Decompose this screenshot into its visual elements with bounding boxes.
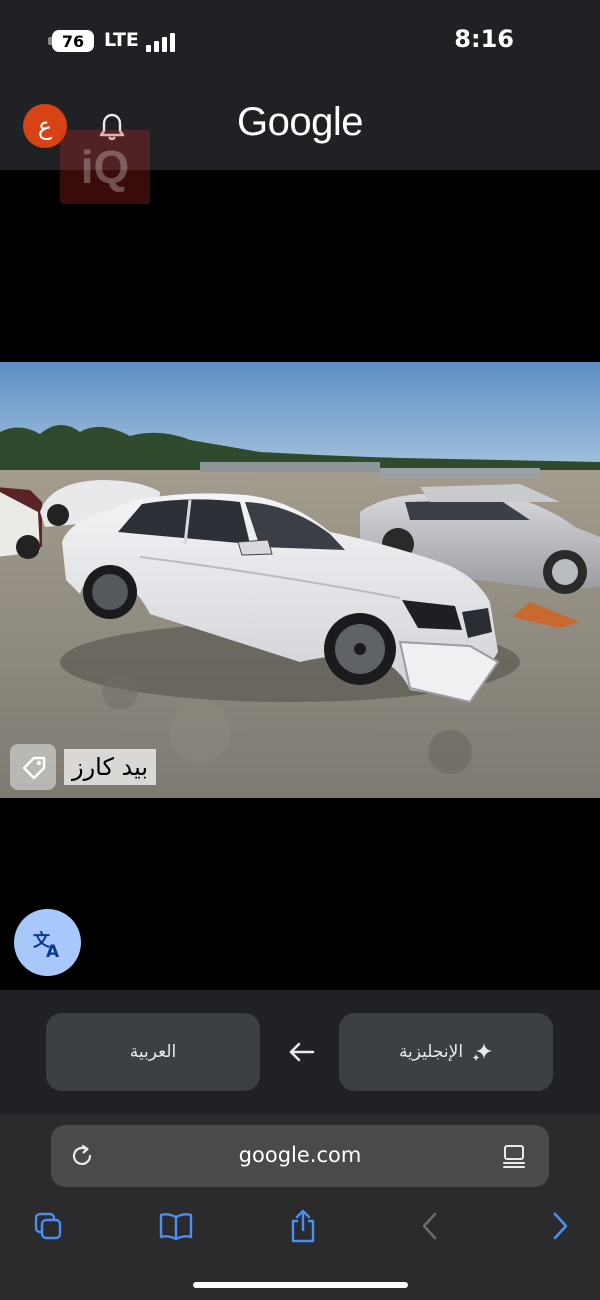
translation-language-bar: العربية الإنجليزية — [0, 990, 600, 1114]
sparkle-icon — [472, 1043, 493, 1061]
back-icon — [422, 1212, 437, 1240]
network-type: LTE — [104, 29, 139, 51]
svg-text:A: A — [46, 942, 60, 960]
forward-button[interactable] — [540, 1206, 580, 1246]
image-text-overlay: بيد كارز — [10, 744, 157, 790]
battery-indicator: 76 — [52, 30, 94, 52]
iq-watermark: iQ — [60, 130, 150, 204]
arrow-left-icon[interactable] — [287, 1040, 315, 1064]
browser-address-area: google.com — [0, 1114, 600, 1200]
home-indicator[interactable] — [193, 1282, 408, 1288]
tabs-icon — [34, 1212, 62, 1240]
source-language-button[interactable]: العربية — [46, 1013, 260, 1091]
signal-strength-icon — [146, 30, 180, 52]
detected-text[interactable]: بيد كارز — [64, 749, 157, 785]
share-icon — [291, 1209, 315, 1243]
share-button[interactable] — [283, 1206, 323, 1246]
status-time: 8:16 — [454, 25, 514, 53]
reader-icon[interactable] — [501, 1143, 527, 1169]
source-language-label: العربية — [129, 1042, 177, 1062]
translate-button[interactable]: 文 A — [14, 909, 81, 976]
tabs-button[interactable] — [28, 1206, 68, 1246]
status-bar: 76 LTE 8:16 — [0, 0, 600, 82]
target-language-label: الإنجليزية — [398, 1042, 464, 1062]
tag-icon — [10, 744, 56, 790]
car-photo: بيد كارز — [0, 362, 600, 798]
google-header: ع Google iQ — [0, 82, 600, 204]
browser-toolbar — [0, 1200, 600, 1300]
address-bar[interactable]: google.com — [51, 1125, 549, 1187]
forward-icon — [553, 1212, 568, 1240]
target-language-button[interactable]: الإنجليزية — [339, 1013, 553, 1091]
bookmarks-icon — [159, 1213, 193, 1241]
url-text: google.com — [238, 1143, 362, 1167]
bookmarks-button[interactable] — [156, 1206, 196, 1246]
back-button[interactable] — [410, 1206, 450, 1246]
translate-icon: 文 A — [33, 930, 60, 960]
